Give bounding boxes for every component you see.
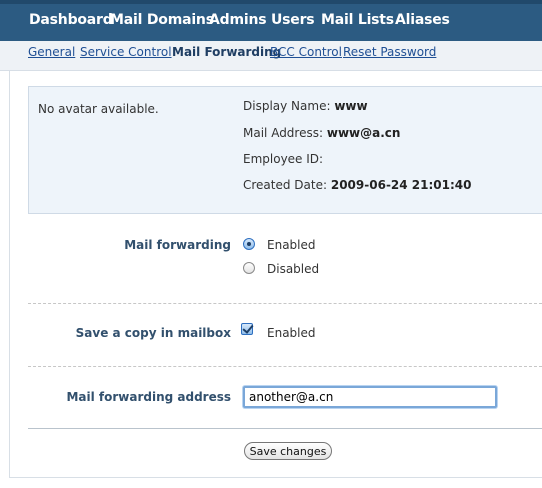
subnav-bcc-control[interactable]: BCC Control (270, 45, 342, 59)
top-navigation-bar: Dashboard Mail Domains Admins Users Mail… (0, 0, 542, 41)
radio-forwarding-enabled[interactable] (243, 238, 255, 250)
content-frame-left-border (9, 71, 10, 478)
divider (28, 303, 542, 304)
radio-enabled-label[interactable]: Enabled (267, 238, 316, 252)
employee-id-label: Employee ID: (243, 152, 324, 166)
display-name-label: Display Name: (243, 99, 331, 113)
content-frame-bottom-border (9, 477, 542, 478)
mail-address-label: Mail Address: (243, 126, 324, 140)
subnav-mail-forwarding[interactable]: Mail Forwarding (172, 45, 281, 59)
avatar-placeholder-text: No avatar available. (38, 102, 159, 116)
mail-address-row: Mail Address: www@a.cn (243, 126, 400, 140)
form-footer-divider (28, 428, 542, 429)
subnav-general[interactable]: General (28, 45, 75, 59)
divider (28, 366, 542, 367)
created-date-value: 2009-06-24 21:01:40 (330, 178, 472, 192)
save-copy-label: Save a copy in mailbox (75, 326, 231, 340)
radio-forwarding-disabled[interactable] (243, 262, 255, 274)
save-copy-enabled-label[interactable]: Enabled (267, 326, 316, 340)
subnav-service-control[interactable]: Service Control (80, 45, 172, 59)
forwarding-address-label: Mail forwarding address (66, 390, 231, 404)
save-changes-button[interactable]: Save changes (244, 442, 332, 460)
display-name-value: www (334, 99, 368, 113)
nav-admins[interactable]: Admins (209, 12, 267, 28)
subnav-reset-password[interactable]: Reset Password (343, 45, 436, 59)
sub-navigation-bar: General Service Control Mail Forwarding … (0, 41, 542, 71)
created-date-row: Created Date: 2009-06-24 21:01:40 (243, 178, 472, 192)
forwarding-address-input[interactable] (243, 386, 497, 408)
save-copy-checkbox[interactable] (241, 323, 253, 335)
nav-aliases[interactable]: Aliases (395, 12, 450, 28)
radio-disabled-label[interactable]: Disabled (267, 262, 319, 276)
display-name-row: Display Name: www (243, 99, 368, 113)
mail-forwarding-label: Mail forwarding (124, 238, 231, 252)
created-date-label: Created Date: (243, 178, 328, 192)
nav-dashboard[interactable]: Dashboard (29, 12, 113, 28)
mail-address-value: www@a.cn (326, 126, 401, 140)
nav-users[interactable]: Users (271, 12, 315, 28)
employee-id-row: Employee ID: (243, 152, 323, 166)
nav-mail-domains[interactable]: Mail Domains (110, 12, 214, 28)
nav-mail-lists[interactable]: Mail Lists (321, 12, 394, 28)
